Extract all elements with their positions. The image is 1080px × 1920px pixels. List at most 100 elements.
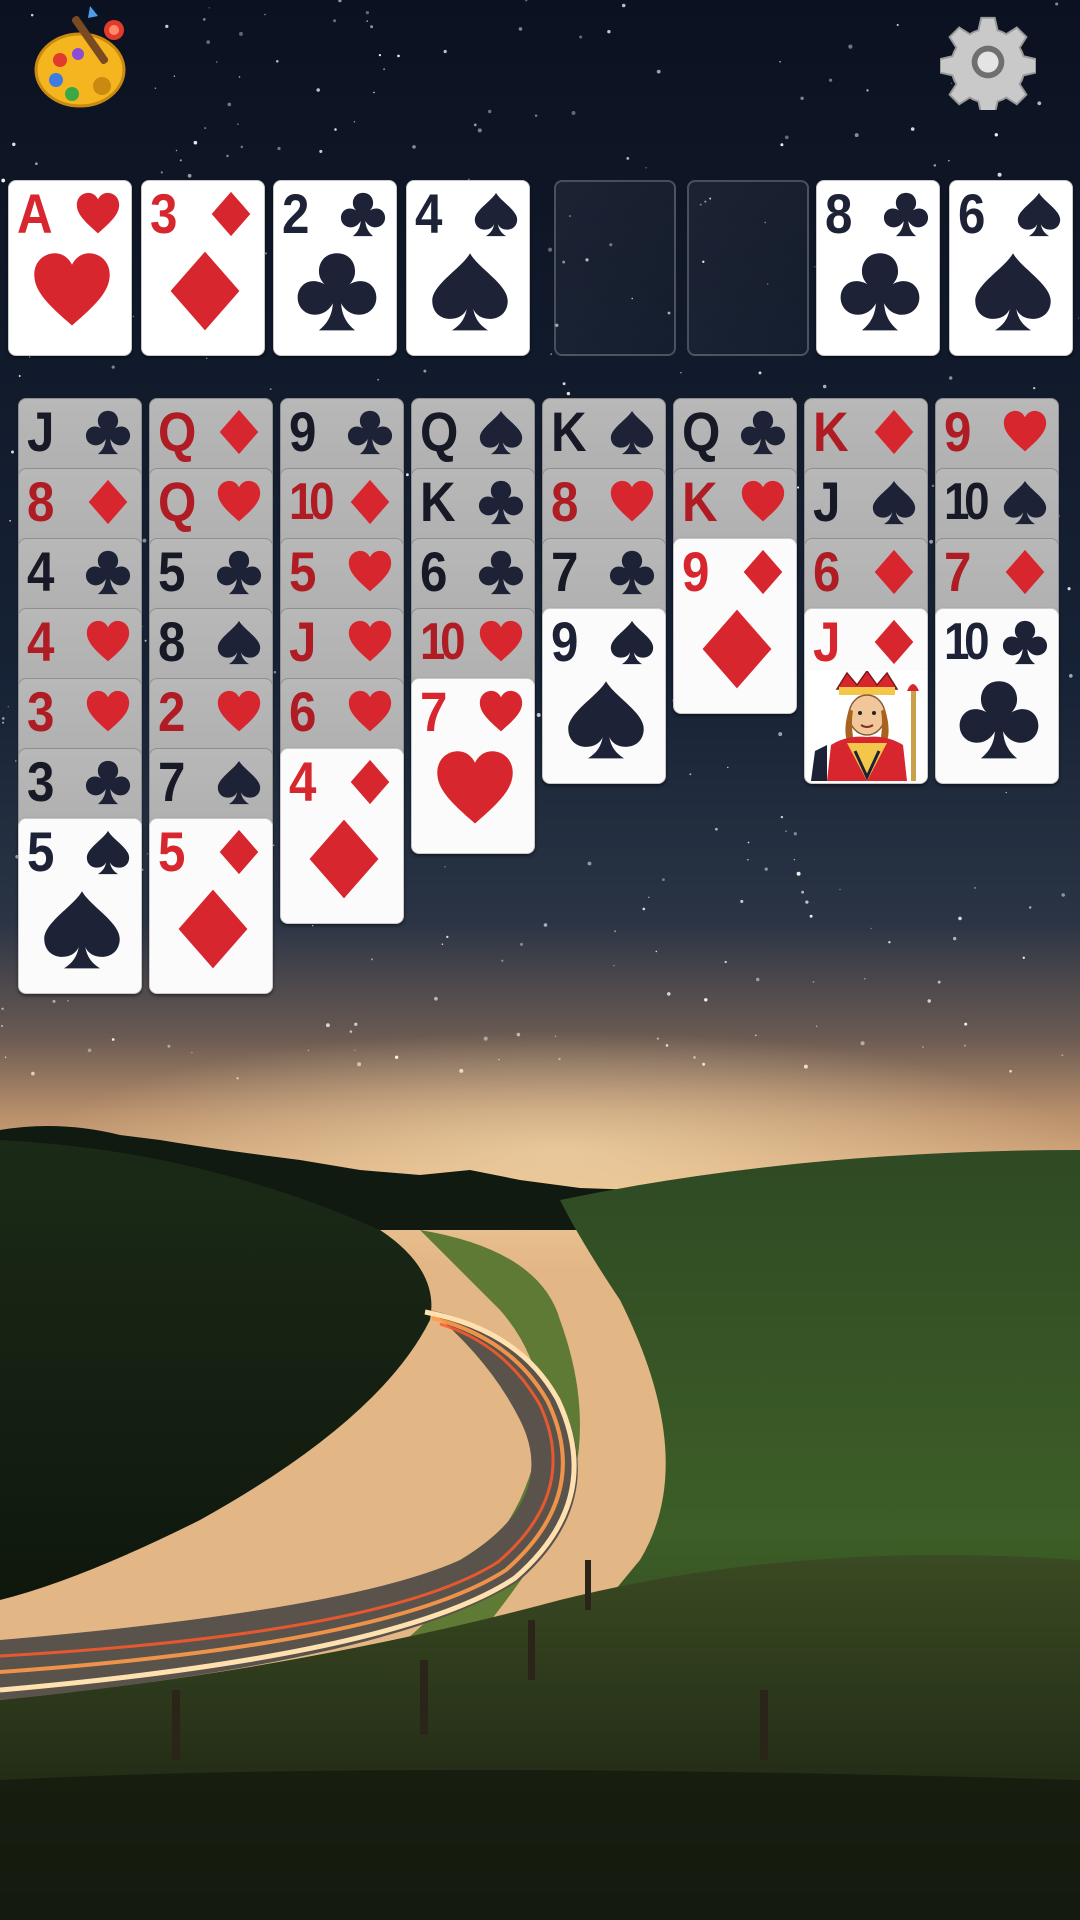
star xyxy=(9,519,11,522)
star xyxy=(548,247,553,252)
star xyxy=(839,888,841,891)
star xyxy=(550,353,552,355)
star xyxy=(423,369,427,373)
card-4-of-spades[interactable]: 4 xyxy=(406,180,530,356)
card-rank: J xyxy=(289,610,316,673)
heart-suit-large-icon xyxy=(437,751,513,824)
spade-suit-icon xyxy=(86,830,130,875)
card-9-of-diamonds[interactable]: 9 xyxy=(673,538,797,714)
star xyxy=(778,732,783,737)
card-rank: 7 xyxy=(944,540,971,603)
star xyxy=(18,375,21,377)
card-2-of-clubs[interactable]: 2 xyxy=(273,180,397,356)
card-rank: 3 xyxy=(27,750,54,813)
card-7-of-hearts[interactable]: 7 xyxy=(411,678,535,854)
spade-suit-icon xyxy=(1017,192,1061,237)
star xyxy=(680,371,682,374)
card-3-of-diamonds[interactable]: 3 xyxy=(141,180,265,356)
star xyxy=(854,133,859,138)
card-4-of-diamonds[interactable]: 4 xyxy=(280,748,404,924)
star xyxy=(747,841,750,844)
star xyxy=(4,1056,7,1059)
card-j-of-diamonds[interactable]: J xyxy=(804,608,928,784)
star xyxy=(311,924,314,927)
card-5-of-diamonds[interactable]: 5 xyxy=(149,818,273,994)
star xyxy=(780,815,784,819)
card-rank: 10 xyxy=(944,613,990,671)
star xyxy=(52,999,56,1003)
heart-suit-icon xyxy=(610,480,654,522)
star xyxy=(371,958,373,961)
diamond-suit-icon xyxy=(350,759,390,805)
star xyxy=(12,142,16,147)
card-6-of-spades[interactable]: 6 xyxy=(949,180,1073,356)
empty-free-cell[interactable] xyxy=(687,180,809,356)
spade-suit-icon xyxy=(1003,480,1047,525)
card-5-of-spades[interactable]: 5 xyxy=(18,818,142,994)
palette-icon xyxy=(34,6,126,108)
star xyxy=(785,830,788,833)
star xyxy=(922,1046,924,1048)
star xyxy=(160,171,163,174)
star xyxy=(405,473,409,477)
diamond-suit-icon xyxy=(219,829,259,875)
card-8-of-clubs[interactable]: 8 xyxy=(816,180,940,356)
star xyxy=(1068,674,1073,678)
heart-suit-icon xyxy=(741,480,785,522)
card-rank: 4 xyxy=(289,750,316,813)
heart-suit-icon xyxy=(217,690,261,732)
spade-suit-icon xyxy=(217,620,261,665)
diamond-suit-icon xyxy=(350,479,390,525)
star xyxy=(240,145,244,149)
star xyxy=(334,128,337,131)
star xyxy=(273,670,277,674)
card-a-of-hearts[interactable]: A xyxy=(8,180,132,356)
heart-suit-icon xyxy=(348,620,392,662)
star xyxy=(11,450,14,454)
star xyxy=(142,538,147,543)
star xyxy=(937,980,941,984)
club-suit-icon xyxy=(85,550,131,595)
card-rank: 8 xyxy=(825,182,852,245)
diamond-suit-large-icon xyxy=(702,609,772,689)
star xyxy=(444,866,446,868)
club-suit-icon xyxy=(609,550,655,595)
star xyxy=(67,1000,69,1002)
star xyxy=(412,145,416,149)
club-suit-icon xyxy=(740,410,786,455)
star xyxy=(964,1022,968,1026)
star xyxy=(543,923,548,927)
star xyxy=(779,61,781,63)
star xyxy=(815,1025,818,1027)
card-rank: 9 xyxy=(289,400,316,463)
heart-suit-icon xyxy=(479,620,523,662)
card-9-of-spades[interactable]: 9 xyxy=(542,608,666,784)
star xyxy=(796,486,800,489)
card-rank: 5 xyxy=(158,820,185,883)
empty-free-cell[interactable] xyxy=(554,180,676,356)
card-rank: 7 xyxy=(420,680,447,743)
star xyxy=(1028,906,1032,909)
settings-button[interactable] xyxy=(939,14,1037,115)
theme-palette-button[interactable] xyxy=(28,4,138,114)
star xyxy=(1077,317,1080,319)
star xyxy=(933,164,937,167)
card-rank: J xyxy=(813,470,840,533)
card-rank: Q xyxy=(158,400,196,463)
star xyxy=(173,75,176,77)
star xyxy=(754,1034,757,1037)
card-rank: 8 xyxy=(27,470,54,533)
star xyxy=(727,766,729,769)
star xyxy=(333,19,337,23)
club-suit-icon xyxy=(883,192,929,237)
card-rank: 5 xyxy=(289,540,316,603)
diamond-suit-icon xyxy=(88,479,128,525)
card-rank: J xyxy=(813,610,840,673)
card-10-of-clubs[interactable]: 10 xyxy=(935,608,1059,784)
card-rank: K xyxy=(682,470,718,533)
card-rank: 4 xyxy=(415,182,442,245)
star xyxy=(269,388,272,391)
star xyxy=(1,717,5,720)
star xyxy=(518,27,523,31)
star xyxy=(758,371,762,375)
